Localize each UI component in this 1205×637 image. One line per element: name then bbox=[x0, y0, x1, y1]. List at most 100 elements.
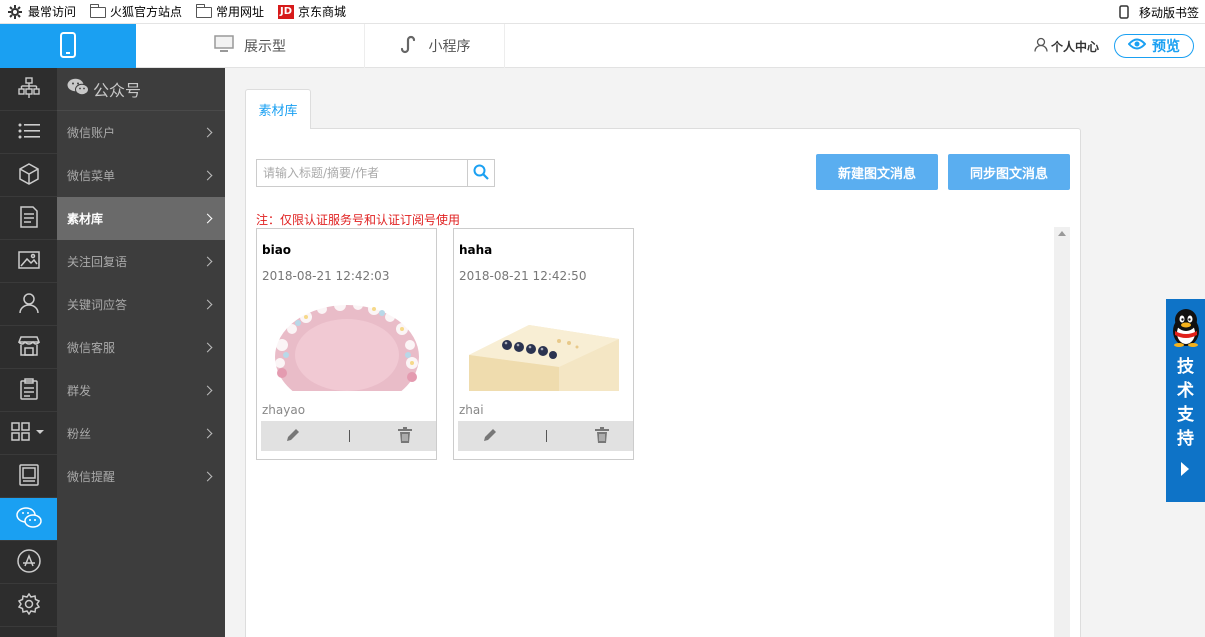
tab-material-library[interactable]: 素材库 bbox=[245, 89, 311, 129]
subnav-item-label: 微信账户 bbox=[67, 126, 116, 140]
subnav-item-follow-reply[interactable]: 关注回复语 bbox=[57, 240, 225, 283]
rail-sitemap[interactable] bbox=[0, 68, 57, 111]
gear-icon bbox=[17, 592, 40, 618]
material-panel: 新建图文消息 同步图文消息 注：仅限认证服务号和认证订阅号使用 biao 201… bbox=[245, 128, 1081, 637]
vertical-scrollbar[interactable] bbox=[1054, 227, 1070, 637]
rail-clipboard[interactable] bbox=[0, 369, 57, 412]
mini-program-icon bbox=[399, 34, 419, 58]
subnav-item-label: 微信提醒 bbox=[67, 470, 116, 484]
subnav-item-label: 微信客服 bbox=[67, 341, 116, 355]
subnav-title-label: 公众号 bbox=[93, 81, 142, 100]
user-center-link[interactable]: 个人中心 bbox=[1034, 24, 1099, 68]
rail-wechat[interactable] bbox=[0, 498, 57, 541]
chevron-right-icon bbox=[202, 428, 213, 439]
edit-icon[interactable] bbox=[285, 427, 301, 446]
card-date: 2018-08-21 12:42:03 bbox=[262, 269, 390, 283]
card-author: zhai bbox=[459, 403, 484, 417]
bookmark-common-sites[interactable]: 常用网址 bbox=[188, 0, 270, 24]
subnav-item-label: 群发 bbox=[67, 384, 92, 398]
image-icon bbox=[17, 250, 40, 272]
chevron-right-icon bbox=[202, 471, 213, 482]
monitor-icon bbox=[214, 35, 234, 57]
rail-user[interactable] bbox=[0, 283, 57, 326]
document-icon bbox=[19, 205, 39, 231]
rail-cube[interactable] bbox=[0, 154, 57, 197]
action-divider bbox=[349, 430, 350, 442]
qq-penguin-icon bbox=[1170, 307, 1202, 350]
card-actions bbox=[458, 421, 633, 451]
search-input[interactable] bbox=[257, 160, 467, 186]
subnav-item-mass-send[interactable]: 群发 bbox=[57, 369, 225, 412]
sub-navigation: 公众号 微信账户 微信菜单 素材库 关注回复语 关键词应答 微信客服 群发 粉丝… bbox=[57, 68, 225, 637]
picture-frame-icon bbox=[18, 463, 39, 489]
subnav-item-wechat-menu[interactable]: 微信菜单 bbox=[57, 154, 225, 197]
bookmark-most-visited[interactable]: 最常访问 bbox=[0, 0, 82, 24]
chevron-right-icon bbox=[202, 299, 213, 310]
bookmark-label: 火狐官方站点 bbox=[110, 5, 183, 19]
icon-rail bbox=[0, 68, 57, 637]
subnav-title: 公众号 bbox=[57, 68, 225, 111]
search-button[interactable] bbox=[467, 160, 494, 186]
support-label: 技 术 支 持 bbox=[1177, 357, 1194, 449]
mobile-mode-button[interactable] bbox=[0, 24, 136, 68]
rail-picture-frame[interactable] bbox=[0, 455, 57, 498]
wechat-icon bbox=[67, 78, 89, 100]
bookmark-firefox-sites[interactable]: 火狐官方站点 bbox=[82, 0, 188, 24]
arrow-right-icon bbox=[1181, 462, 1189, 476]
chevron-right-icon bbox=[202, 170, 213, 181]
card-title: haha bbox=[459, 243, 493, 257]
rail-image[interactable] bbox=[0, 240, 57, 283]
subnav-item-fans[interactable]: 粉丝 bbox=[57, 412, 225, 455]
search-icon bbox=[473, 164, 489, 183]
bookmark-jd[interactable]: JD 京东商城 bbox=[270, 0, 352, 24]
tab-display[interactable]: 展示型 bbox=[136, 24, 365, 68]
trash-icon[interactable] bbox=[398, 426, 412, 446]
bookmark-mobile[interactable]: 移动版书签 bbox=[1111, 0, 1205, 24]
subnav-item-label: 素材库 bbox=[67, 212, 104, 226]
rail-appstore[interactable] bbox=[0, 541, 57, 584]
subnav-item-wechat-reminder[interactable]: 微信提醒 bbox=[57, 455, 225, 498]
user-icon bbox=[18, 292, 39, 317]
tab-mini-program[interactable]: 小程序 bbox=[365, 24, 505, 68]
rail-store[interactable] bbox=[0, 326, 57, 369]
folder-icon bbox=[89, 4, 107, 18]
card-author: zhayao bbox=[262, 403, 306, 417]
cube-icon bbox=[18, 162, 40, 188]
edit-icon[interactable] bbox=[482, 427, 498, 446]
top-header: 展示型 小程序 个人中心 预览 bbox=[0, 24, 1205, 68]
tab-label: 小程序 bbox=[428, 39, 471, 55]
tech-support-widget[interactable]: 技 术 支 持 bbox=[1166, 299, 1205, 502]
material-card[interactable]: haha 2018-08-21 12:42:50 zhai bbox=[453, 228, 634, 460]
bookmark-label: 京东商城 bbox=[298, 5, 347, 19]
trash-icon[interactable] bbox=[595, 426, 609, 446]
sync-article-button[interactable]: 同步图文消息 bbox=[948, 154, 1070, 190]
rail-settings[interactable] bbox=[0, 584, 57, 627]
jd-logo-icon: JD bbox=[278, 4, 295, 19]
clipboard-icon bbox=[19, 377, 38, 403]
new-article-button[interactable]: 新建图文消息 bbox=[816, 154, 938, 190]
gear-icon bbox=[8, 4, 24, 19]
rail-grid[interactable] bbox=[0, 412, 57, 455]
pink-cake-image bbox=[262, 295, 432, 391]
subnav-item-wechat-account[interactable]: 微信账户 bbox=[57, 111, 225, 154]
subnav-item-material-library[interactable]: 素材库 bbox=[57, 197, 225, 240]
store-icon bbox=[17, 335, 40, 359]
material-card[interactable]: biao 2018-08-21 12:42:03 zhayao bbox=[256, 228, 437, 460]
subnav-item-keyword-reply[interactable]: 关键词应答 bbox=[57, 283, 225, 326]
subnav-item-customer-service[interactable]: 微信客服 bbox=[57, 326, 225, 369]
rail-list[interactable] bbox=[0, 111, 57, 154]
grid-icon bbox=[10, 421, 47, 445]
preview-button[interactable]: 预览 bbox=[1114, 34, 1194, 58]
subnav-item-label: 微信菜单 bbox=[67, 169, 116, 183]
card-date: 2018-08-21 12:42:50 bbox=[459, 269, 587, 283]
subnav-item-label: 粉丝 bbox=[67, 427, 92, 441]
chevron-right-icon bbox=[202, 256, 213, 267]
scroll-up-arrow-icon[interactable] bbox=[1058, 231, 1066, 236]
search-box bbox=[256, 159, 495, 187]
main-content: 素材库 新建图文消息 同步图文消息 注：仅限认证服务号和认证订阅号使用 biao… bbox=[225, 68, 1205, 637]
phone-icon bbox=[59, 31, 77, 61]
bookmark-label: 最常访问 bbox=[28, 5, 77, 19]
rail-document[interactable] bbox=[0, 197, 57, 240]
sitemap-icon bbox=[17, 76, 40, 102]
mobile-icon bbox=[1119, 5, 1135, 19]
